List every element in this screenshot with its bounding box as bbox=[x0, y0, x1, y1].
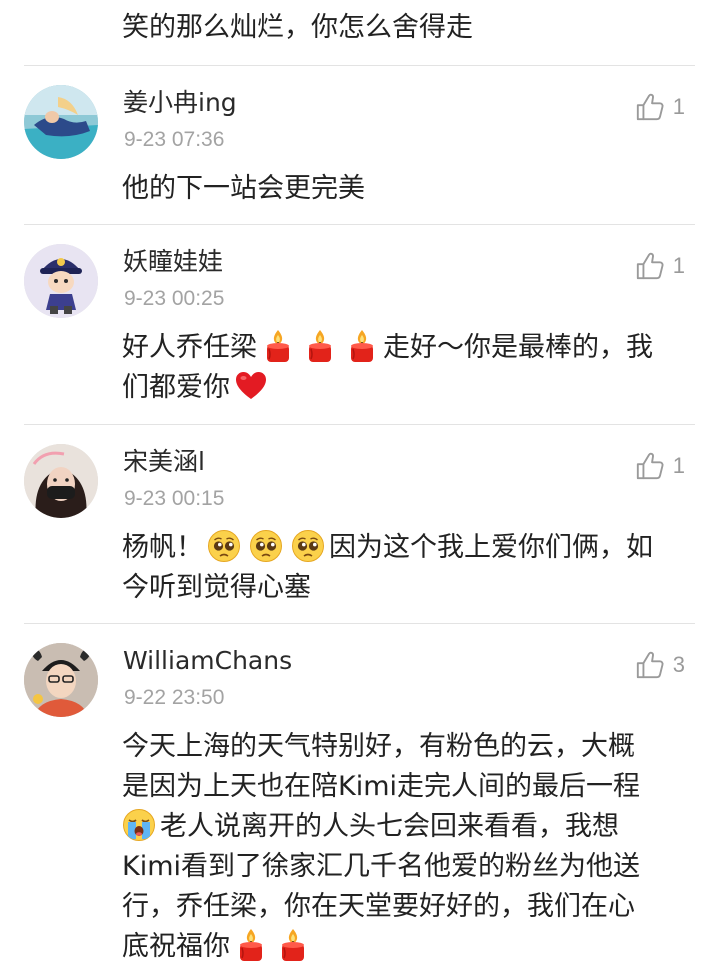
avatar[interactable] bbox=[24, 444, 98, 518]
comment-item: WilliamChans 9-22 23:50 3 今天上海的天气特别好，有粉色… bbox=[0, 623, 719, 969]
avatar[interactable] bbox=[24, 643, 98, 717]
like-count: 1 bbox=[672, 94, 685, 119]
like-button[interactable]: 1 bbox=[635, 451, 685, 481]
avatar[interactable] bbox=[24, 85, 98, 159]
comment-text: 他的下一站会更完美 bbox=[122, 169, 697, 209]
pleading-face-emoji bbox=[207, 529, 241, 563]
thumbs-up-icon bbox=[635, 650, 665, 680]
comment-text-line: 底祝福你 bbox=[122, 927, 697, 967]
loudly-crying-face-emoji bbox=[122, 808, 156, 842]
thumbs-up-icon bbox=[635, 451, 665, 481]
pleading-face-emoji bbox=[249, 529, 283, 563]
comment-feed: 笑的那么灿烂，你怎么舍得走 姜小冉ing 9-23 07:36 1 他的下一站会… bbox=[0, 0, 719, 969]
comment-text-line: 他的下一站会更完美 bbox=[122, 173, 365, 204]
comment-text: 今天上海的天气特别好，有粉色的云，大概 是因为上天也在陪Kimi走完人间的最后一… bbox=[122, 727, 697, 967]
pleading-face-emoji bbox=[291, 529, 325, 563]
like-count: 1 bbox=[672, 453, 685, 478]
like-button[interactable]: 1 bbox=[635, 251, 685, 281]
candle-emoji bbox=[234, 928, 268, 962]
comment-text-segment: 好人乔任梁 bbox=[122, 332, 257, 363]
candle-emoji bbox=[345, 329, 379, 363]
username[interactable]: 宋美涵l bbox=[123, 446, 205, 478]
red-heart-emoji bbox=[234, 369, 268, 403]
comment-text-line: 好人乔任梁 走好～你是最棒的，我 bbox=[122, 328, 697, 368]
comment-text-segment: 走好～你是最棒的，我 bbox=[383, 332, 653, 363]
username[interactable]: 姜小冉ing bbox=[123, 87, 237, 119]
timestamp: 9-22 23:50 bbox=[124, 686, 225, 709]
comment-text-line: 行，乔任梁，你在天堂要好好的，我们在心 bbox=[122, 891, 635, 922]
comment-text-line: 是因为上天也在陪Kimi走完人间的最后一程 bbox=[122, 771, 641, 802]
thumbs-up-icon bbox=[635, 92, 665, 122]
comment-text-line: 老人说离开的人头七会回来看看，我想 bbox=[122, 807, 697, 847]
comment-text-line: 今天上海的天气特别好，有粉色的云，大概 bbox=[122, 731, 635, 762]
like-button[interactable]: 3 bbox=[635, 650, 685, 680]
comment-text-segment: 底祝福你 bbox=[122, 931, 230, 962]
timestamp: 9-23 00:15 bbox=[124, 487, 225, 510]
candle-emoji bbox=[276, 928, 310, 962]
comment-item: 姜小冉ing 9-23 07:36 1 他的下一站会更完美 bbox=[0, 65, 719, 225]
thumbs-up-icon bbox=[635, 251, 665, 281]
comment-text-segment: 老人说离开的人头七会回来看看，我想 bbox=[160, 811, 619, 842]
comment-item: 妖瞳娃娃 9-23 00:25 1 好人乔任梁 走好～你是最棒的，我 们都爱你 bbox=[0, 224, 719, 424]
comment-text-line: 们都爱你 bbox=[122, 368, 697, 408]
comment-text-segment: 因为这个我上爱你们俩，如 bbox=[329, 532, 653, 563]
like-count: 3 bbox=[672, 652, 685, 677]
candle-emoji bbox=[303, 329, 337, 363]
comment-text: 杨帆！ 因为这个我上爱你们俩，如 今听到觉得心塞 bbox=[122, 528, 697, 608]
avatar[interactable] bbox=[24, 244, 98, 318]
like-count: 1 bbox=[672, 253, 685, 278]
previous-comment-text: 笑的那么灿烂，你怎么舍得走 bbox=[122, 12, 473, 43]
like-button[interactable]: 1 bbox=[635, 92, 685, 122]
comment-text: 好人乔任梁 走好～你是最棒的，我 们都爱你 bbox=[122, 328, 697, 408]
comment-text-line: Kimi看到了徐家汇几千名他爱的粉丝为他送 bbox=[122, 851, 641, 882]
username[interactable]: WilliamChans bbox=[123, 645, 292, 677]
timestamp: 9-23 07:36 bbox=[124, 128, 225, 151]
username[interactable]: 妖瞳娃娃 bbox=[123, 246, 223, 278]
comment-item: 宋美涵l 9-23 00:15 1 杨帆！ 因为这个我上爱你们俩，如 今听到觉得心… bbox=[0, 424, 719, 624]
comment-text-segment: 们都爱你 bbox=[122, 372, 230, 403]
comment-text-line: 杨帆！ 因为这个我上爱你们俩，如 bbox=[122, 528, 697, 568]
timestamp: 9-23 00:25 bbox=[124, 287, 225, 310]
comment-text-segment: 杨帆！ bbox=[122, 532, 203, 563]
candle-emoji bbox=[261, 329, 295, 363]
comment-text-line: 今听到觉得心塞 bbox=[122, 572, 311, 603]
